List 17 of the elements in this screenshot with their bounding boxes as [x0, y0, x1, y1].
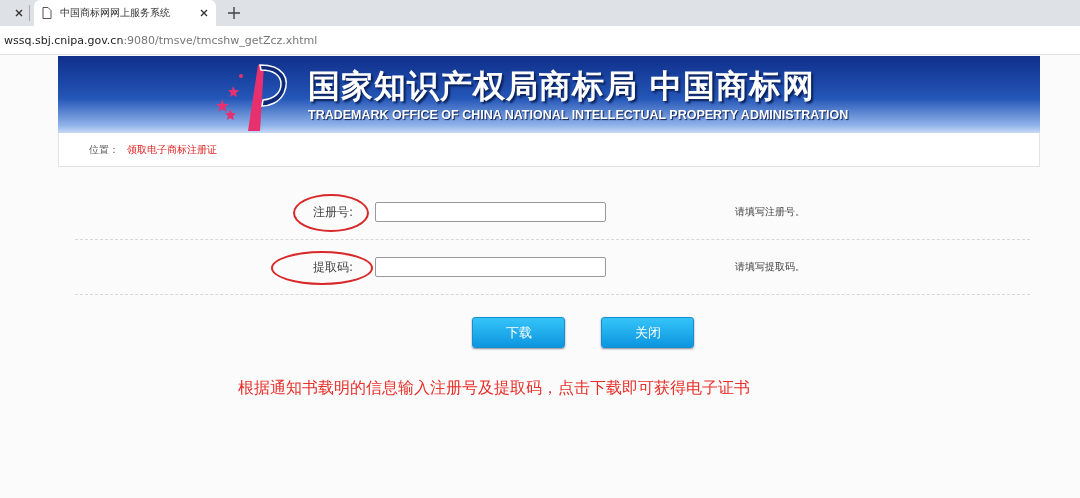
browser-tab[interactable]: 中国商标网网上服务系统 [34, 0, 216, 26]
breadcrumb-current: 领取电子商标注册证 [127, 142, 217, 157]
field-hint: 请填写提取码。 [735, 260, 806, 274]
instruction-text: 根据通知书载明的信息输入注册号及提取码，点击下载即可获得电子证书 [238, 378, 751, 399]
field-hint: 请填写注册号。 [735, 205, 806, 219]
site-title: 国家知识产权局商标局 中国商标网 [308, 67, 817, 105]
site-subtitle: TRADEMARK OFFICE OF CHINA NATIONAL INTELLECTUAL PROPERTY ADMINISTRATION [308, 108, 849, 122]
text-input[interactable] [375, 257, 606, 277]
close-icon[interactable] [15, 9, 23, 17]
field-label: 提取码: [312, 258, 353, 276]
close-icon[interactable] [200, 9, 208, 17]
new-tab-icon[interactable] [228, 7, 240, 19]
breadcrumb-label: 位置： [89, 142, 119, 157]
text-input[interactable] [375, 202, 606, 222]
field-label: 注册号: [312, 203, 353, 221]
address-bar[interactable]: wssq.sbj.cnipa.gov.cn:9080/tmsve/tmcshw_getZcz.xhtml [4, 33, 318, 47]
page-icon [42, 7, 52, 19]
